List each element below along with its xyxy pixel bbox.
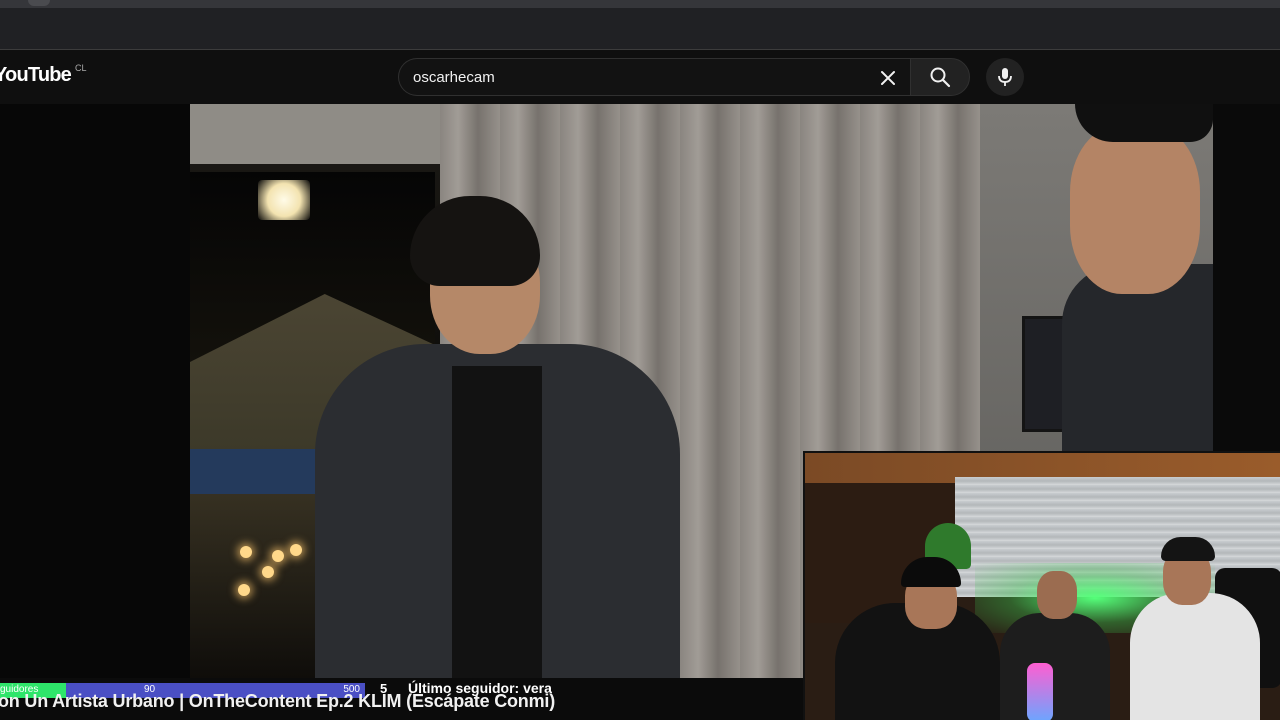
search-icon xyxy=(930,67,951,88)
webcam-overlay xyxy=(803,451,1280,720)
active-tab-edge[interactable] xyxy=(28,0,50,6)
cam-person-hair xyxy=(1161,537,1215,561)
video-title[interactable]: on Un Artista Urbano | OnTheContent Ep.2… xyxy=(0,691,555,712)
cam-microphone xyxy=(1027,663,1053,720)
search-button[interactable] xyxy=(910,58,970,96)
close-icon xyxy=(881,71,895,85)
person-hoodie xyxy=(1062,264,1213,464)
youtube-logo[interactable]: YouTube CL xyxy=(0,63,87,90)
scene-light xyxy=(240,546,252,558)
search-input[interactable] xyxy=(413,59,863,95)
browser-chrome xyxy=(0,0,1280,50)
person-face xyxy=(1070,124,1200,294)
person-hair xyxy=(1075,104,1213,142)
microphone-icon xyxy=(998,68,1012,86)
scene-ceiling xyxy=(190,104,440,164)
tab-strip xyxy=(0,0,1280,8)
left-sidebar-area xyxy=(0,104,190,678)
scene-light xyxy=(272,550,284,562)
search-box xyxy=(398,58,910,96)
logo-wordmark: YouTube xyxy=(0,64,72,86)
scene-light xyxy=(290,544,302,556)
youtube-header: YouTube CL xyxy=(0,50,1280,104)
scene-light xyxy=(262,566,274,578)
person-shirt xyxy=(452,366,542,678)
cam-person-body xyxy=(1130,593,1260,720)
scene-light xyxy=(238,584,250,596)
cam-person-face xyxy=(1037,571,1077,619)
scene-street-lamp xyxy=(258,180,310,220)
right-sidebar-area xyxy=(1213,104,1280,454)
voice-search-button[interactable] xyxy=(986,58,1024,96)
country-code: CL xyxy=(74,63,87,73)
clear-search-button[interactable] xyxy=(873,63,903,93)
cam-person-body xyxy=(1000,613,1110,720)
